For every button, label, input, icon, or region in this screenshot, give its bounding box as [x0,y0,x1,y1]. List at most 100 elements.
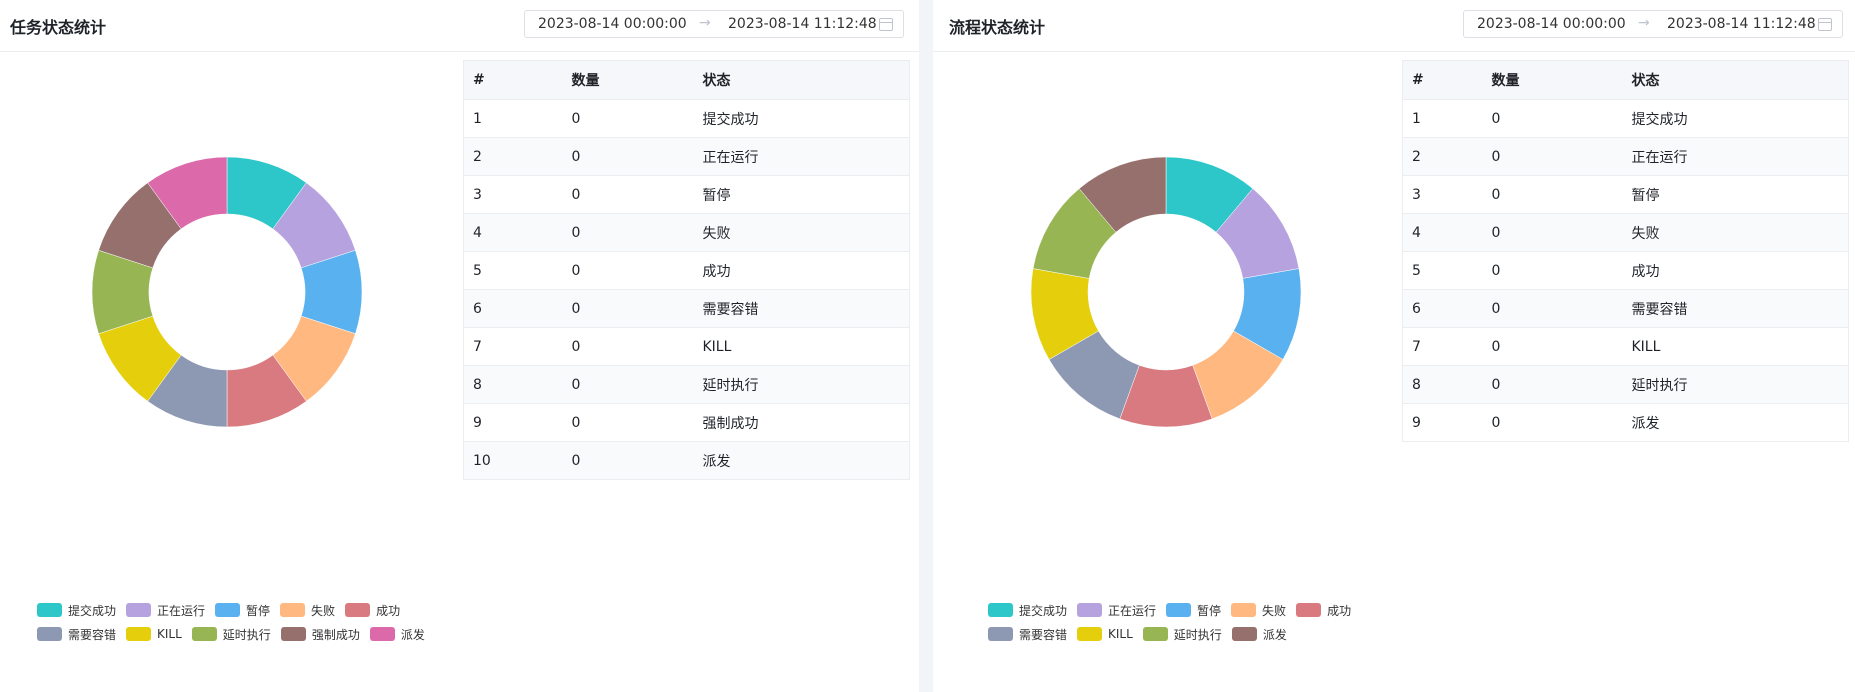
legend-row: 提交成功 正在运行 暂停 失败 成功 [988,598,1408,622]
cell-count: 0 [562,251,694,290]
cell-count: 0 [562,99,694,138]
process-panel-title: 流程状态统计 [949,18,1046,37]
task-date-range-picker[interactable]: 2023-08-14 00:00:00 → 2023-08-14 11:12:4… [524,10,904,38]
table-row: 1 0 提交成功 [463,99,910,138]
legend-item[interactable]: 需要容错 [37,626,116,643]
cell-status: 提交成功 [693,99,910,138]
legend-item[interactable]: KILL [1077,627,1133,641]
legend-item[interactable]: 正在运行 [1077,602,1156,619]
cell-index: 9 [463,403,563,442]
table-row: 2 0 正在运行 [463,137,910,176]
cell-index: 5 [1402,251,1483,290]
cell-count: 0 [1482,327,1623,366]
table-row: 4 0 失败 [1402,213,1849,252]
legend-swatch [345,603,371,617]
cell-status: 暂停 [693,175,910,214]
cell-count: 0 [1482,99,1623,138]
cell-index: 8 [1402,365,1483,404]
process-status-panel: 流程状态统计 2023-08-14 00:00:00 → 2023-08-14 … [933,0,1855,692]
legend-swatch [369,627,395,641]
legend-item[interactable]: 强制成功 [280,626,360,643]
table-row: 9 0 强制成功 [463,403,910,442]
process-date-range-picker[interactable]: 2023-08-14 00:00:00 → 2023-08-14 11:12:4… [1463,10,1843,38]
legend-label: 强制成功 [311,627,360,642]
task-panel-header: 任务状态统计 2023-08-14 00:00:00 → 2023-08-14 … [0,0,919,52]
cell-status: 失败 [693,213,910,252]
legend-item[interactable]: KILL [126,627,182,641]
legend-item[interactable]: 暂停 [215,602,270,619]
legend-label: 失败 [1262,603,1287,618]
cell-count: 0 [562,213,694,252]
legend-label: 失败 [311,603,336,618]
cell-index: 9 [1402,403,1483,442]
legend-item[interactable]: 延时执行 [1142,626,1222,643]
task-date-start[interactable]: 2023-08-14 00:00:00 [538,16,687,32]
legend-item[interactable]: 失败 [1231,602,1286,619]
legend-item[interactable]: 提交成功 [37,602,116,619]
col-header-count: 数量 [1482,60,1623,100]
process-date-start[interactable]: 2023-08-14 00:00:00 [1477,16,1626,32]
legend-row: 需要容错 KILL 延时执行 强制成功 派发 [37,622,457,646]
cell-count: 0 [562,137,694,176]
cell-status: 正在运行 [1622,137,1849,176]
legend-item[interactable]: 派发 [1231,626,1287,643]
cell-count: 0 [1482,137,1623,176]
legend-swatch [191,627,217,641]
cell-count: 0 [562,441,694,480]
cell-index: 6 [463,289,563,328]
legend-swatch [1166,603,1192,617]
dashboard: 任务状态统计 2023-08-14 00:00:00 → 2023-08-14 … [0,0,1855,692]
table-row: 6 0 需要容错 [1402,289,1849,328]
task-panel-title: 任务状态统计 [10,18,107,37]
legend-label: 需要容错 [1019,627,1068,642]
cell-status: 强制成功 [693,403,910,442]
cell-status: 需要容错 [693,289,910,328]
cell-index: 2 [1402,137,1483,176]
cell-status: 正在运行 [693,137,910,176]
legend-item[interactable]: 暂停 [1166,602,1221,619]
legend-item[interactable]: 正在运行 [126,602,205,619]
cell-status: 成功 [693,251,910,290]
task-date-end[interactable]: 2023-08-14 11:12:48 [728,16,877,32]
legend-swatch [988,603,1013,617]
cell-status: 派发 [693,441,910,480]
legend-row: 需要容错 KILL 延时执行 派发 [988,622,1408,646]
legend-item[interactable]: 成功 [345,602,400,619]
legend-label: 提交成功 [1019,603,1068,618]
cell-index: 6 [1402,289,1483,328]
cell-count: 0 [562,403,694,442]
col-header-count: 数量 [562,60,694,100]
task-chart-legend: 提交成功 正在运行 暂停 失败 成功需要容错 KILL 延时执行 强制成功 派发 [37,598,457,646]
legend-item[interactable]: 需要容错 [988,626,1067,643]
cell-status: 失败 [1622,213,1849,252]
legend-swatch [1296,603,1322,617]
legend-item[interactable]: 失败 [280,602,335,619]
cell-status: 需要容错 [1622,289,1849,328]
process-chart-legend: 提交成功 正在运行 暂停 失败 成功需要容错 KILL 延时执行 派发 [988,598,1408,646]
legend-item[interactable]: 派发 [369,626,425,643]
legend-label: 暂停 [1197,603,1222,618]
cell-status: 延时执行 [1622,365,1849,404]
cell-status: KILL [693,327,910,366]
table-row: 5 0 成功 [463,251,910,290]
legend-label: 延时执行 [222,627,271,642]
cell-status: 成功 [1622,251,1849,290]
cell-status: 延时执行 [693,365,910,404]
table-row: 6 0 需要容错 [463,289,910,328]
legend-item[interactable]: 提交成功 [988,602,1067,619]
cell-index: 1 [1402,99,1483,138]
legend-swatch [215,603,241,617]
cell-status: 提交成功 [1622,99,1849,138]
legend-item[interactable]: 成功 [1296,602,1351,619]
legend-item[interactable]: 延时执行 [191,626,271,643]
calendar-icon[interactable] [879,18,893,31]
arrow-right-icon: → [1638,15,1650,31]
cell-index: 10 [463,441,563,480]
legend-swatch [126,627,152,641]
cell-count: 0 [1482,403,1623,442]
cell-count: 0 [562,289,694,328]
legend-swatch [1077,627,1103,641]
calendar-icon[interactable] [1818,18,1832,31]
process-date-end[interactable]: 2023-08-14 11:12:48 [1667,16,1816,32]
table-row: 7 0 KILL [1402,327,1849,366]
